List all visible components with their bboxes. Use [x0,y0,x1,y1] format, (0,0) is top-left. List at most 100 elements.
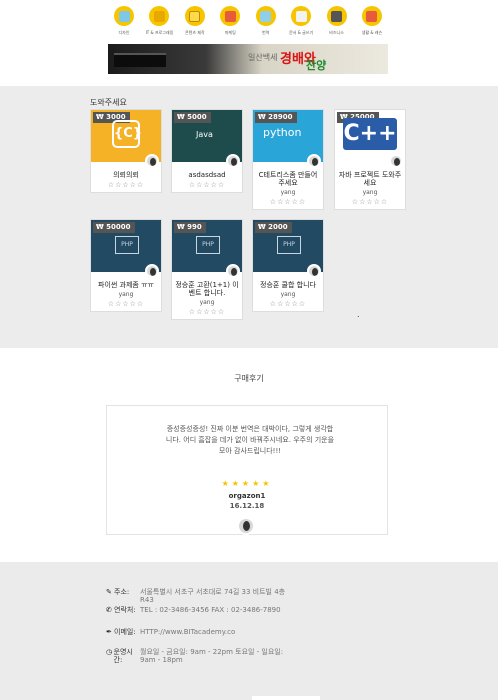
reviewer-name: orgazon1 [228,492,266,500]
avatar [145,154,159,168]
price-badge: ₩ 50000 [93,222,135,233]
document-icon [291,6,312,26]
email-value[interactable]: HTTP://www.BITacademy.co [140,628,290,636]
product-thumbnail: ₩ 990 PHP [172,220,242,278]
product-title[interactable]: 정승훈 쿨합 합니다 [253,281,323,289]
rating-stars: ☆☆☆☆☆ [107,181,145,189]
piano-image [114,53,166,67]
product-card[interactable]: ₩ 990 PHP 정승훈 고환(1+1) 이벤트 합니다. yang ☆☆☆☆… [171,219,243,320]
review-section-title: 구매후기 [234,374,264,383]
avatar [145,264,159,278]
it-programming-icon [149,6,170,26]
product-title[interactable]: asdasdsad [172,171,242,179]
product-title[interactable]: 의뢰의뢰 [91,171,161,179]
product-section [0,86,498,348]
nav-label: IT & 프로그래밍 [145,30,174,35]
avatar [237,517,255,535]
product-thumbnail: ₩ 2000 PHP [253,220,323,278]
rating-stars: ☆☆☆☆☆ [188,181,226,189]
product-author: yang [199,299,215,306]
lesson-icon [361,6,382,26]
nav-label: 콘텐츠 제작 [185,30,205,35]
address-label: 주소: [114,588,130,596]
pencil-icon: ✎ [106,588,112,596]
nav-item-lesson[interactable]: 생활 & 레슨 [356,6,388,38]
section-title: 도와주세요 [90,98,127,107]
price-badge: ₩ 28900 [255,112,297,123]
python-logo-icon: python [263,126,302,139]
review-date: 16.12.18 [229,502,265,510]
rating-stars: ☆☆☆☆☆ [269,300,307,308]
price-badge: ₩ 5000 [174,112,211,123]
java-logo-icon: Java [196,130,213,139]
banner-subtitle: 일산백세 [248,53,278,62]
product-title[interactable]: 자바 프로젝트 도와주세요 [335,171,405,187]
product-thumbnail: ₩ 28900 python [253,110,323,168]
footer-address-row: ✎ 주소: 서울특별시 서초구 서초대로 74길 33 비트빌 4층 R43 [106,588,290,604]
product-author: yang [280,291,296,298]
phone-icon: ✆ [106,606,112,614]
address-value: 서울특별시 서초구 서초대로 74길 33 비트빌 4층 R43 [140,588,286,604]
translation-icon [255,6,276,26]
product-thumbnail: ₩ 5000 Java [172,110,242,168]
product-thumbnail: ₩ 25000 C++ [335,110,405,168]
nav-item-marketing[interactable]: 마케팅 [214,6,246,38]
hours-label: 운영시간: [113,648,133,664]
nav-item-content[interactable]: 콘텐츠 제작 [179,6,211,38]
price-badge: ₩ 2000 [255,222,292,233]
nav-item-translation[interactable]: 번역 [250,6,282,38]
business-icon [326,6,347,26]
avatar [389,154,403,168]
rating-stars: ☆☆☆☆☆ [269,198,307,206]
nav-label: 문서 & 글쓰기 [289,30,314,35]
design-icon [114,6,134,26]
cpp-logo-icon: C++ [343,118,397,150]
rating-stars: ☆☆☆☆☆ [351,198,389,206]
product-thumbnail: ₩ 50000 PHP [91,220,161,278]
product-title[interactable]: C테트리스좀 만들어 주세요 [253,171,323,187]
avatar [307,154,321,168]
nav-label: 생활 & 레슨 [361,30,383,35]
product-card[interactable]: ₩ 2000 PHP 정승훈 쿨합 합니다 yang ☆☆☆☆☆ [252,219,324,312]
avatar [226,154,240,168]
pen-icon: ✒ [106,628,112,636]
banner-title-2: 찬양 [306,59,327,72]
product-card[interactable]: ₩ 28900 python C테트리스좀 만들어 주세요 yang ☆☆☆☆☆ [252,109,324,210]
content-icon [184,6,205,26]
nav-item-it-programming[interactable]: IT & 프로그래밍 [143,6,175,38]
promo-banner[interactable]: 일산백세 경배와 찬양 [108,44,388,74]
category-nav: 디자인 IT & 프로그래밍 콘텐츠 제작 마케팅 번역 문서 & 글쓰기 비즈… [108,6,388,38]
product-title[interactable]: 파이썬 과제좀 ㅠㅠ [91,281,161,289]
phone-value: TEL : 02-3486-3456 FAX : 02-3486-7890 [140,606,281,614]
email-label: 이메일: [114,628,136,636]
php-logo-icon: PHP [115,236,139,254]
footer-phone-row: ✆ 연락처: TEL : 02-3486-3456 FAX : 02-3486-7… [106,606,290,614]
nav-label: 번역 [262,30,270,35]
product-card[interactable]: ₩ 3000 {C} 의뢰의뢰 ☆☆☆☆☆ [90,109,162,193]
marketing-icon [220,6,241,26]
nav-label: 디자인 [118,30,130,35]
price-badge: ₩ 990 [174,222,206,233]
php-logo-icon: PHP [196,236,220,254]
nav-item-design[interactable]: 디자인 [108,6,140,38]
c-logo-icon: {C} [112,120,142,148]
product-thumbnail: ₩ 3000 {C} [91,110,161,168]
pagination-dot: . [357,310,360,319]
product-card[interactable]: ₩ 5000 Java asdasdsad ☆☆☆☆☆ [171,109,243,193]
product-title[interactable]: 정승훈 고환(1+1) 이벤트 합니다. [172,281,242,297]
footer-bottom-bar [252,696,320,700]
product-author: yang [118,291,134,298]
product-author: yang [280,189,296,196]
nav-label: 마케팅 [224,30,236,35]
avatar [307,264,321,278]
top-header: 디자인 IT & 프로그래밍 콘텐츠 제작 마케팅 번역 문서 & 글쓰기 비즈… [0,0,498,86]
hours-value: 월요일 - 금요일: 9am - 22pm 토요일 - 일요일: 9am - 1… [140,648,284,664]
product-card[interactable]: ₩ 25000 C++ 자바 프로젝트 도와주세요 yang ☆☆☆☆☆ [334,109,406,210]
nav-item-business[interactable]: 비즈니스 [321,6,353,38]
product-card[interactable]: ₩ 50000 PHP 파이썬 과제좀 ㅠㅠ yang ☆☆☆☆☆ [90,219,162,312]
nav-item-document[interactable]: 문서 & 글쓰기 [285,6,317,38]
avatar [226,264,240,278]
review-text: 증성증성증성! 진짜 이분 번역은 대박이다, 그렇게 생각합니다. 어디 흠잡… [165,425,335,455]
phone-label: 연락처: [114,606,136,614]
review-stars: ★★★★★ [221,479,273,488]
